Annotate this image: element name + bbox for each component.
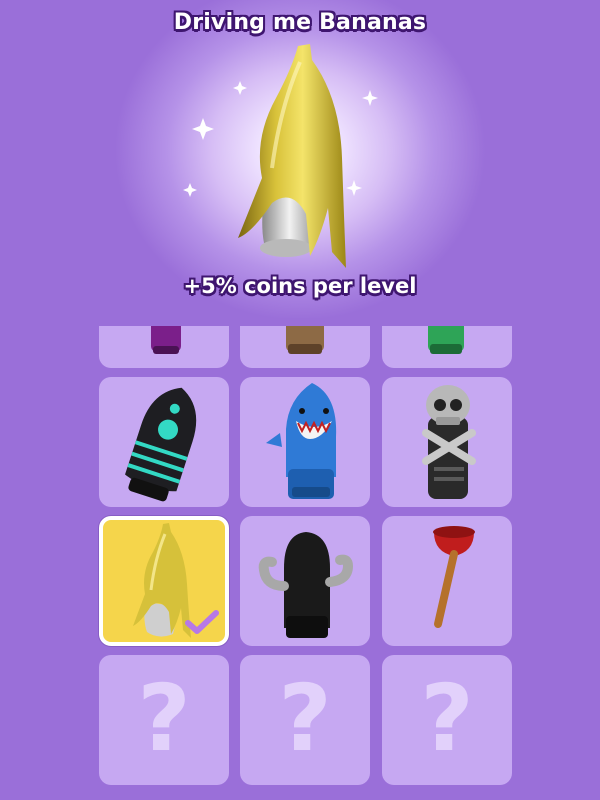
- skin-tile-neon-rocket[interactable]: [99, 377, 229, 507]
- skin-tile-wooden[interactable]: [240, 326, 370, 368]
- skin-tile-purple[interactable]: [99, 326, 229, 368]
- skin-tile-shark[interactable]: [240, 377, 370, 507]
- skin-preview-panel: Driving me Bananas +5% coins per level: [0, 0, 600, 318]
- green-skin-icon: [428, 326, 464, 354]
- skin-grid[interactable]: ? ? ?: [0, 326, 600, 800]
- locked-question-mark: ?: [137, 665, 191, 772]
- skin-tile-plunger[interactable]: [382, 516, 512, 646]
- shark-skin-icon: [266, 383, 337, 499]
- skin-title: Driving me Bananas: [173, 10, 427, 35]
- skin-tile-skull[interactable]: [382, 377, 512, 507]
- skin-tile-locked-1[interactable]: ?: [99, 655, 229, 785]
- neon-rocket-skin-icon: [125, 387, 197, 502]
- locked-question-mark: ?: [278, 665, 332, 772]
- banana-skin-preview: [183, 44, 378, 268]
- plunger-skin-icon: [433, 526, 475, 628]
- checkmark-icon: [185, 610, 219, 634]
- skin-tile-green[interactable]: [382, 326, 512, 368]
- skin-tile-banana[interactable]: [99, 516, 229, 646]
- wooden-skin-icon: [286, 326, 324, 354]
- skin-bonus-text: +5% coins per level: [183, 274, 417, 298]
- skin-tile-locked-2[interactable]: ?: [240, 655, 370, 785]
- skull-skin-icon: [422, 385, 476, 499]
- skin-tile-locked-3[interactable]: ?: [382, 655, 512, 785]
- purple-skin-icon: [151, 326, 181, 354]
- skin-tile-strongman[interactable]: [240, 516, 370, 646]
- locked-question-mark: ?: [420, 665, 474, 772]
- strongman-skin-icon: [258, 532, 354, 638]
